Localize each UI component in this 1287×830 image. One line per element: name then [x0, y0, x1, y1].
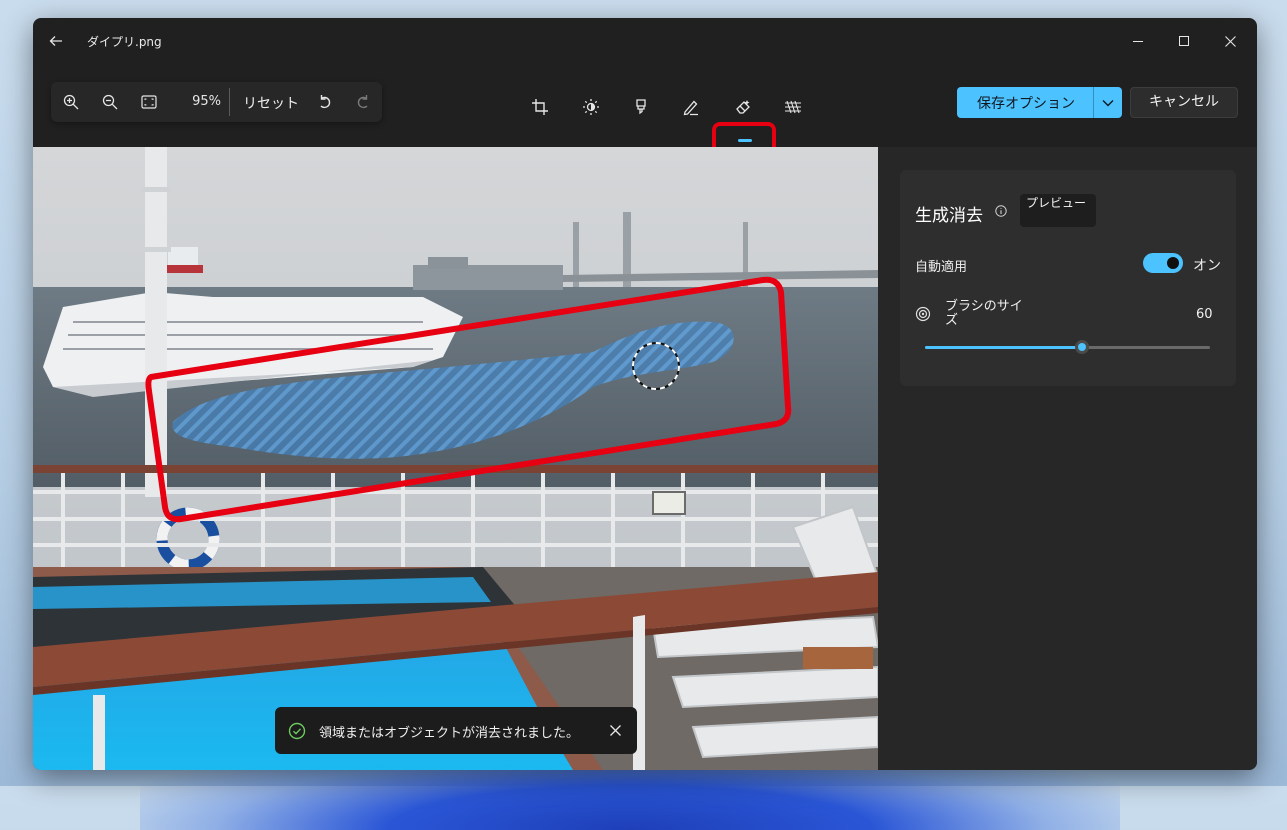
- close-button[interactable]: [1207, 26, 1253, 56]
- save-options-button[interactable]: 保存オプション: [957, 87, 1122, 118]
- zoom-in-icon: [63, 94, 79, 110]
- filter-tool-button[interactable]: [776, 90, 810, 124]
- auto-apply-label: 自動適用: [915, 260, 968, 275]
- zoom-percentage: 95%: [192, 94, 221, 109]
- window-title: ダイプリ.png: [87, 35, 162, 49]
- erase-settings-panel: 生成消去 プレビュー 自動適用 オン ブラシのサイズ 60: [878, 147, 1257, 770]
- zoom-out-button[interactable]: [96, 88, 124, 116]
- checkmark-circle-icon: [288, 722, 306, 740]
- crop-tool-button[interactable]: [523, 90, 557, 124]
- reset-button[interactable]: リセット: [243, 93, 299, 113]
- edit-toolbar: 95% リセット 保存オプション キャンセル: [33, 64, 1257, 184]
- chevron-down-icon: [1102, 100, 1114, 107]
- erase-complete-toast: 領域またはオブジェクトが消去されました。: [275, 707, 637, 754]
- redo-icon: [357, 95, 368, 109]
- filter-icon: [785, 100, 801, 114]
- back-button[interactable]: [43, 29, 69, 53]
- info-icon: [995, 205, 1007, 217]
- draw-icon: [683, 100, 698, 116]
- save-separator: [1093, 87, 1094, 118]
- markup-icon: [636, 99, 646, 115]
- toggle-knob: [1167, 257, 1179, 269]
- photos-app-window: ダイプリ.png 95% リセット 保存オプション キャンセル 領域またはオブジ…: [33, 18, 1257, 770]
- toast-close-button[interactable]: [605, 720, 625, 740]
- zoom-controls: 95% リセット: [51, 82, 382, 122]
- undo-button[interactable]: [311, 88, 339, 116]
- maximize-icon: [1179, 36, 1189, 46]
- slider-thumb[interactable]: [1074, 340, 1089, 354]
- info-button[interactable]: [994, 204, 1008, 218]
- adjust-tool-button[interactable]: [574, 90, 608, 124]
- brightness-icon: [583, 99, 599, 115]
- minimize-button[interactable]: [1115, 26, 1161, 56]
- minimize-icon: [1133, 41, 1143, 42]
- brush-size-value: 60: [1196, 307, 1213, 322]
- markup-tool-button[interactable]: [624, 90, 658, 124]
- draw-tool-button[interactable]: [674, 90, 708, 124]
- fit-screen-icon: [141, 95, 157, 109]
- slider-fill: [925, 346, 1082, 349]
- brush-size-label: ブラシのサイズ: [945, 299, 1023, 328]
- photo-canvas[interactable]: 領域またはオブジェクトが消去されました。: [33, 147, 878, 770]
- zoom-in-button[interactable]: [57, 88, 85, 116]
- edited-photo: [33, 147, 878, 770]
- panel-title: 生成消去: [915, 206, 983, 226]
- zoom-separator: [229, 88, 230, 116]
- fit-to-window-button[interactable]: [135, 88, 163, 116]
- brush-size-icon: [915, 306, 931, 322]
- toast-message: 領域またはオブジェクトが消去されました。: [319, 726, 580, 741]
- close-icon: [1224, 35, 1236, 47]
- generative-erase-card: 生成消去 プレビュー 自動適用 オン ブラシのサイズ 60: [900, 170, 1236, 386]
- maximize-button[interactable]: [1161, 26, 1207, 56]
- auto-apply-toggle[interactable]: [1143, 253, 1183, 273]
- auto-apply-state: オン: [1193, 258, 1221, 274]
- back-arrow-icon: [49, 36, 62, 46]
- brush-size-slider[interactable]: [925, 340, 1210, 354]
- crop-icon: [532, 99, 548, 115]
- save-options-label: 保存オプション: [977, 96, 1075, 112]
- generative-erase-tool-button[interactable]: [727, 90, 761, 124]
- eraser-icon: [736, 100, 750, 114]
- redo-button[interactable]: [349, 88, 377, 116]
- save-options-dropdown[interactable]: [1096, 91, 1120, 115]
- cancel-button[interactable]: キャンセル: [1130, 87, 1238, 118]
- undo-icon: [320, 95, 331, 109]
- zoom-out-icon: [102, 94, 118, 110]
- preview-badge: プレビュー: [1020, 194, 1096, 227]
- close-icon: [609, 724, 621, 736]
- title-bar: ダイプリ.png: [33, 18, 1257, 64]
